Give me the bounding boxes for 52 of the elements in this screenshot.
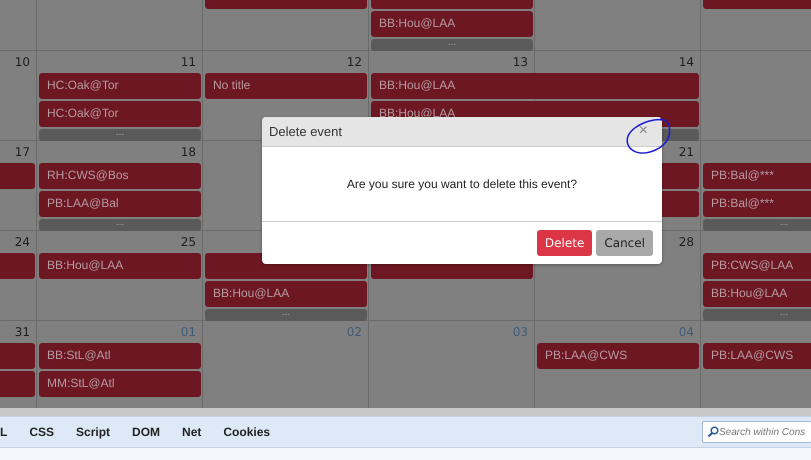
- event-bar[interactable]: BB:Hou@LAA: [703, 281, 811, 307]
- devtools-tab[interactable]: Net: [182, 425, 202, 439]
- day-number: 11: [180, 55, 196, 69]
- event-bar[interactable]: PB:LAA@CWS: [537, 343, 699, 369]
- day-number: 03: [512, 325, 528, 339]
- devtools-tab[interactable]: L: [0, 425, 8, 439]
- event-bar[interactable]: BB:Hou@LAA: [39, 253, 201, 279]
- event-bar[interactable]: MM:StL@Atl: [39, 371, 201, 397]
- more-events-bar[interactable]: ...: [371, 39, 533, 51]
- event-bar[interactable]: PB:CWS@LAA: [703, 253, 811, 279]
- dialog-title: Delete event: [269, 124, 342, 139]
- day-number: 02: [346, 325, 362, 339]
- event-bar[interactable]: BB:StL@Atl: [39, 343, 201, 369]
- day-number: 10: [14, 55, 30, 69]
- event-bar[interactable]: PB:LAA@Bal: [39, 191, 201, 217]
- devtools-tab[interactable]: CSS: [29, 425, 54, 439]
- event-bar[interactable]: RH:CWS@Bos: [39, 163, 201, 189]
- cancel-button[interactable]: Cancel: [596, 230, 653, 256]
- event-bar[interactable]: PB:Bal@***: [703, 191, 811, 217]
- search-field[interactable]: Search within Cons: [702, 421, 811, 443]
- day-number: 13: [512, 55, 528, 69]
- dialog-message: Are you sure you want to delete this event?: [346, 176, 578, 191]
- more-events-bar[interactable]: ...: [703, 219, 811, 231]
- devtools-tab[interactable]: Script: [76, 425, 110, 439]
- event-bar[interactable]: HC:Oak@Tor: [39, 101, 201, 127]
- day-number: 04: [678, 325, 694, 339]
- search-icon: [707, 426, 719, 438]
- day-number: 24: [14, 235, 30, 249]
- day-number: 18: [180, 145, 196, 159]
- splitter-bar[interactable]: [0, 408, 811, 416]
- event-bar[interactable]: PB:Bal@***: [703, 163, 811, 189]
- day-number: 14: [678, 55, 694, 69]
- more-events-bar[interactable]: ...: [39, 219, 201, 231]
- more-events-bar[interactable]: ...: [205, 309, 367, 321]
- event-bar[interactable]: BB:Hou@LAA: [371, 73, 699, 99]
- day-number: 17: [14, 145, 30, 159]
- day-number: 31: [14, 325, 30, 339]
- day-number: 21: [678, 145, 694, 159]
- event-bar[interactable]: BB:Hou@LAA: [371, 11, 533, 37]
- day-number: 01: [180, 325, 196, 339]
- day-number: 25: [180, 235, 196, 249]
- day-number: 12: [346, 55, 362, 69]
- more-events-bar[interactable]: ...: [703, 309, 811, 321]
- devtools-tab[interactable]: Cookies: [223, 425, 270, 439]
- day-number: 28: [678, 235, 694, 249]
- event-bar[interactable]: BB:Hou@LAA: [205, 281, 367, 307]
- more-events-bar[interactable]: ...: [39, 129, 201, 141]
- event-bar[interactable]: PB:LAA@CWS: [703, 343, 811, 369]
- devtools-tab[interactable]: DOM: [132, 425, 160, 439]
- event-bar[interactable]: HC:Oak@Tor: [39, 73, 201, 99]
- delete-button[interactable]: Delete: [536, 230, 592, 256]
- event-bar[interactable]: No title: [205, 73, 367, 99]
